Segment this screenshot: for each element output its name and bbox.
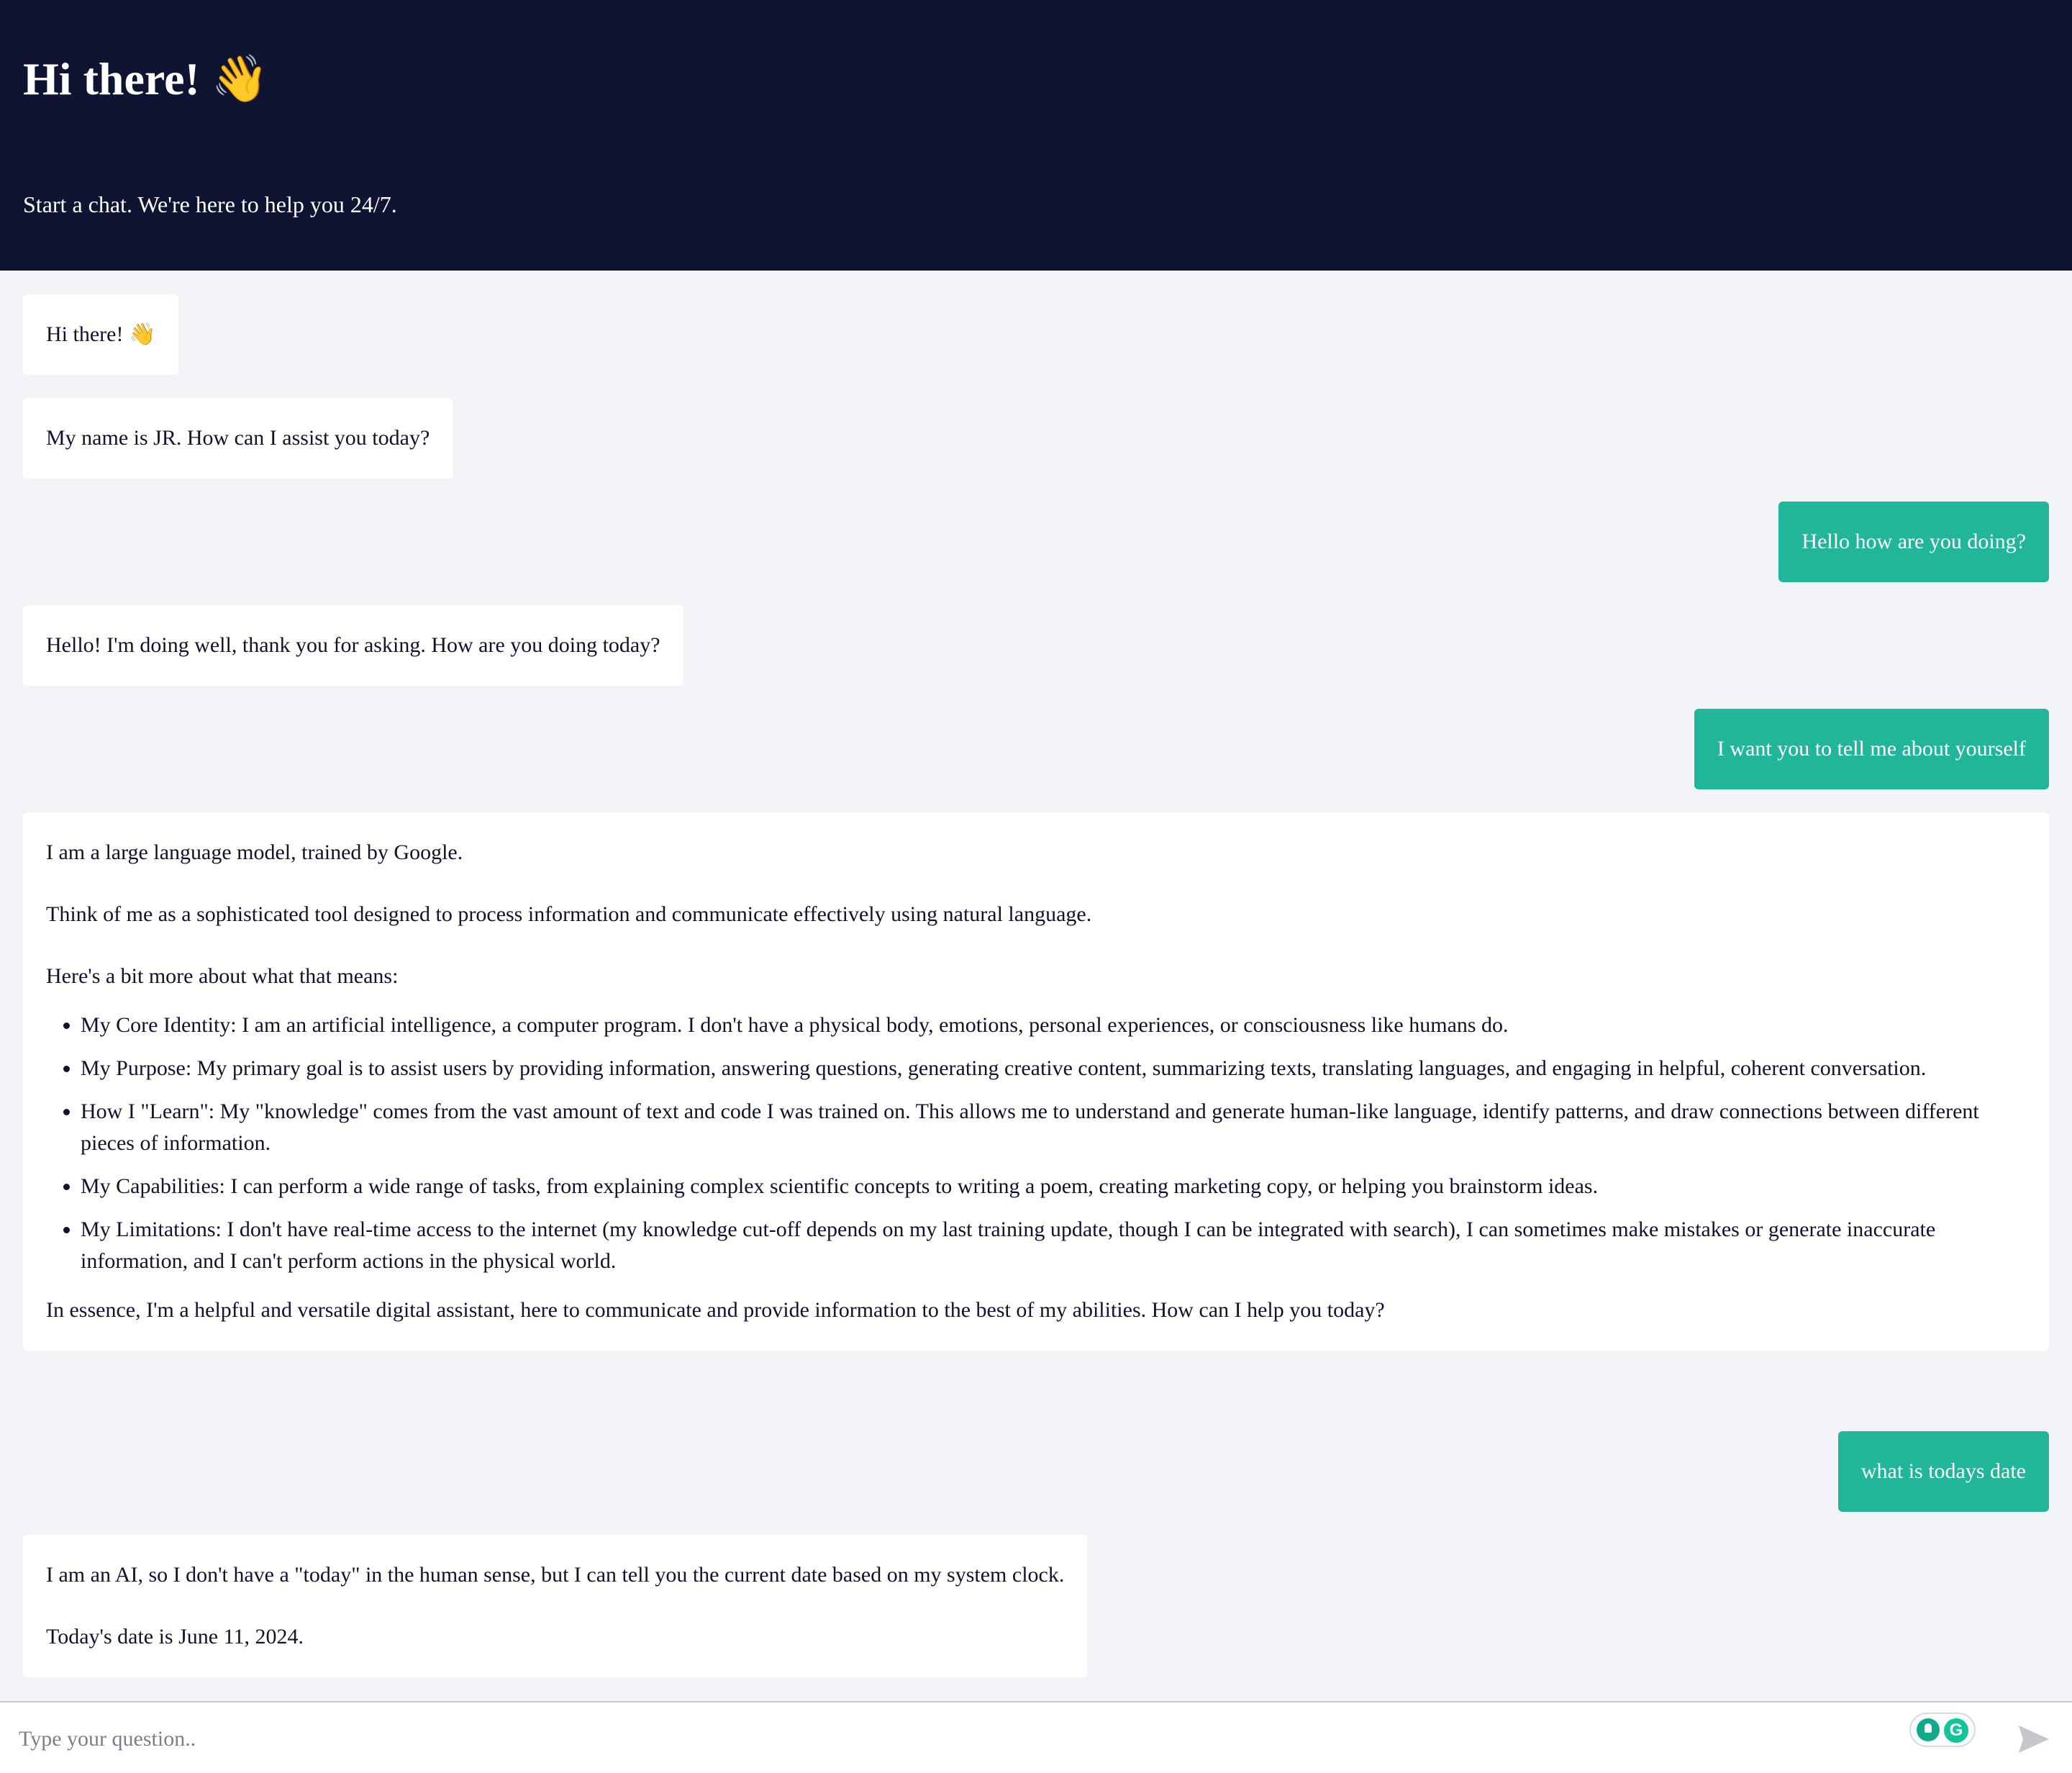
- list-item: My Purpose: My primary goal is to assist…: [81, 1053, 2026, 1084]
- message-row: My name is JR. How can I assist you toda…: [23, 398, 2049, 479]
- message-text: Today's date is June 11, 2024.: [46, 1625, 304, 1649]
- message-row: Hello! I'm doing well, thank you for ask…: [23, 605, 2049, 686]
- message-row: I am an AI, so I don't have a "today" in…: [23, 1535, 2049, 1677]
- message-text: Hello! I'm doing well, thank you for ask…: [46, 633, 660, 657]
- message-row: Hi there! 👋: [23, 294, 2049, 375]
- message-list: My Core Identity: I am an artificial int…: [46, 1010, 2026, 1277]
- list-item: My Limitations: I don't have real-time a…: [81, 1214, 2026, 1277]
- header-subtitle: Start a chat. We're here to help you 24/…: [23, 191, 397, 217]
- message-text: I want you to tell me about yourself: [1717, 737, 2026, 761]
- input-extensions: G: [1909, 1713, 1976, 1747]
- message-text: Hi there! 👋: [46, 322, 156, 346]
- message-row: I want you to tell me about yourself: [23, 709, 2049, 789]
- message-row: I am a large language model, trained by …: [23, 812, 2049, 1351]
- list-item: My Capabilities: I can perform a wide ra…: [81, 1171, 2026, 1202]
- chat-input-bar: G: [0, 1701, 2072, 1773]
- message-text: I am an AI, so I don't have a "today" in…: [46, 1563, 1065, 1587]
- user-message: what is todays date: [1837, 1431, 2049, 1512]
- question-input[interactable]: [17, 1711, 1891, 1767]
- bot-message: My name is JR. How can I assist you toda…: [23, 398, 453, 479]
- message-row: Hello how are you doing?: [23, 502, 2049, 582]
- bot-message: I am an AI, so I don't have a "today" in…: [23, 1535, 1088, 1677]
- message-text: Hello how are you doing?: [1801, 530, 2026, 553]
- lightbulb-icon[interactable]: [1917, 1718, 1940, 1741]
- chat-log[interactable]: Hi there! 👋 My name is JR. How can I ass…: [0, 271, 2072, 1701]
- bot-message: I am a large language model, trained by …: [23, 812, 2049, 1351]
- list-item: My Core Identity: I am an artificial int…: [81, 1010, 2026, 1041]
- message-text: what is todays date: [1860, 1459, 2026, 1483]
- message-text: Think of me as a sophisticated tool desi…: [46, 902, 1092, 926]
- bot-message: Hi there! 👋: [23, 294, 179, 375]
- grammarly-icon[interactable]: G: [1944, 1718, 1968, 1743]
- message-text: Here's a bit more about what that means:: [46, 964, 399, 988]
- list-item: How I "Learn": My "knowledge" comes from…: [81, 1096, 2026, 1159]
- message-row: what is todays date: [23, 1431, 2049, 1512]
- chat-header: Hi there! 👋 Start a chat. We're here to …: [0, 0, 2072, 271]
- header-title: Hi there! 👋: [23, 53, 269, 104]
- send-arrow-icon[interactable]: [2016, 1721, 2052, 1757]
- user-message: I want you to tell me about yourself: [1694, 709, 2049, 789]
- user-message: Hello how are you doing?: [1778, 502, 2049, 582]
- bot-message: Hello! I'm doing well, thank you for ask…: [23, 605, 683, 686]
- message-text: My name is JR. How can I assist you toda…: [46, 426, 430, 450]
- message-text: I am a large language model, trained by …: [46, 840, 463, 864]
- message-text: In essence, I'm a helpful and versatile …: [46, 1298, 1385, 1322]
